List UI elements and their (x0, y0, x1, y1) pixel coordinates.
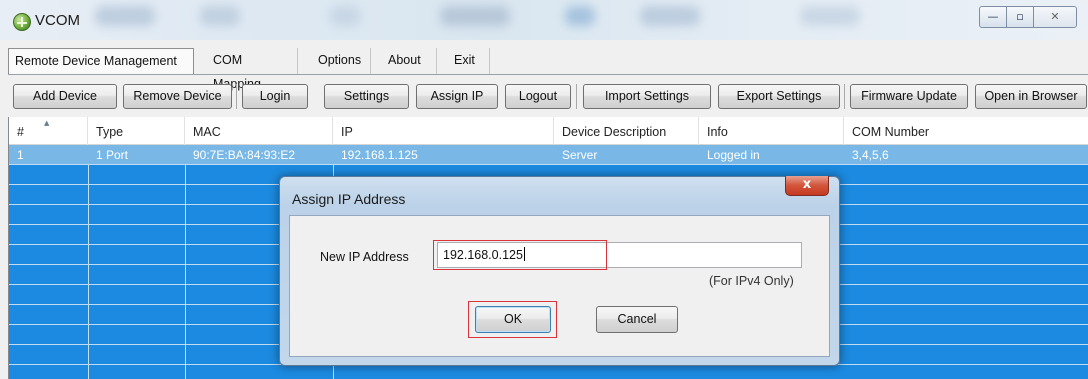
export-settings-button[interactable]: Export Settings (718, 84, 840, 109)
dialog-title: Assign IP Address (292, 191, 406, 207)
new-ip-address-input[interactable]: 192.168.0.125 (437, 242, 802, 268)
minimize-button[interactable]: — (979, 6, 1007, 28)
dialog-close-button[interactable]: x (785, 176, 829, 196)
blurred-background (95, 6, 155, 26)
ok-button[interactable]: OK (475, 306, 551, 333)
blurred-background (640, 6, 700, 26)
assign-ip-button[interactable]: Assign IP (416, 84, 498, 109)
menu-divider (8, 74, 1088, 75)
blurred-background (330, 6, 360, 26)
column-header-device-description[interactable]: Device Description (554, 117, 699, 145)
title-bar: VCOM — ▫ ✕ (0, 0, 1088, 40)
remove-device-button[interactable]: Remove Device (123, 84, 232, 109)
toolbar-separator (576, 84, 577, 109)
column-header-info[interactable]: Info (699, 117, 844, 145)
toolbar-separator (844, 84, 845, 109)
text-cursor (523, 247, 525, 261)
column-header-com-number[interactable]: COM Number (844, 117, 1088, 145)
column-header-mac[interactable]: MAC (185, 117, 333, 145)
firmware-update-button[interactable]: Firmware Update (850, 84, 968, 109)
column-header-ip[interactable]: IP (333, 117, 554, 145)
menu-bar: Remote Device Management COM Mapping Opt… (8, 48, 1083, 91)
cell-mac: 90:7E:BA:84:93:E2 (193, 148, 296, 162)
new-ip-address-label: New IP Address (320, 250, 409, 264)
table-row-selected[interactable]: 1 1 Port 90:7E:BA:84:93:E2 192.168.1.125… (9, 145, 1088, 165)
cell-com-number: 3,4,5,6 (852, 148, 889, 162)
blurred-background (440, 6, 510, 26)
dialog-body: New IP Address 192.168.0.125 (For IPv4 O… (289, 215, 830, 357)
ipv4-only-hint: (For IPv4 Only) (709, 274, 794, 288)
cell-number: 1 (17, 148, 24, 162)
logout-button[interactable]: Logout (505, 84, 571, 109)
ip-input-value: 192.168.0.125 (443, 248, 523, 262)
blurred-background (565, 6, 595, 26)
tab-about[interactable]: About (382, 48, 437, 74)
table-header: # ▲ Type MAC IP Device Description Info … (9, 117, 1088, 145)
tab-options[interactable]: Options (312, 48, 371, 74)
assign-ip-dialog: Assign IP Address x New IP Address 192.1… (279, 176, 840, 366)
settings-button[interactable]: Settings (324, 84, 409, 109)
window-close-button[interactable]: ✕ (1033, 6, 1077, 28)
window-title: VCOM (35, 12, 80, 29)
open-in-browser-button[interactable]: Open in Browser (975, 84, 1087, 109)
column-header-type[interactable]: Type (88, 117, 185, 145)
login-button[interactable]: Login (242, 84, 308, 109)
maximize-button[interactable]: ▫ (1006, 6, 1034, 28)
cancel-button[interactable]: Cancel (596, 306, 678, 333)
blurred-background (800, 6, 860, 26)
tab-com-mapping[interactable]: COM Mapping (207, 48, 298, 91)
blurred-background (200, 6, 240, 26)
tab-exit[interactable]: Exit (448, 48, 490, 74)
table-row[interactable] (9, 365, 1088, 379)
cell-device-description: Server (562, 148, 598, 162)
vcom-logo-icon (13, 13, 31, 31)
cell-ip: 192.168.1.125 (341, 148, 418, 162)
toolbar: Add Device Remove Device Login Settings … (0, 80, 1088, 114)
cell-info: Logged in (707, 148, 760, 162)
add-device-button[interactable]: Add Device (13, 84, 117, 109)
import-settings-button[interactable]: Import Settings (583, 84, 711, 109)
toolbar-separator (236, 84, 237, 109)
sort-ascending-icon: ▲ (44, 119, 50, 127)
tab-remote-device-management[interactable]: Remote Device Management (8, 48, 194, 75)
cell-type: 1 Port (96, 148, 129, 162)
